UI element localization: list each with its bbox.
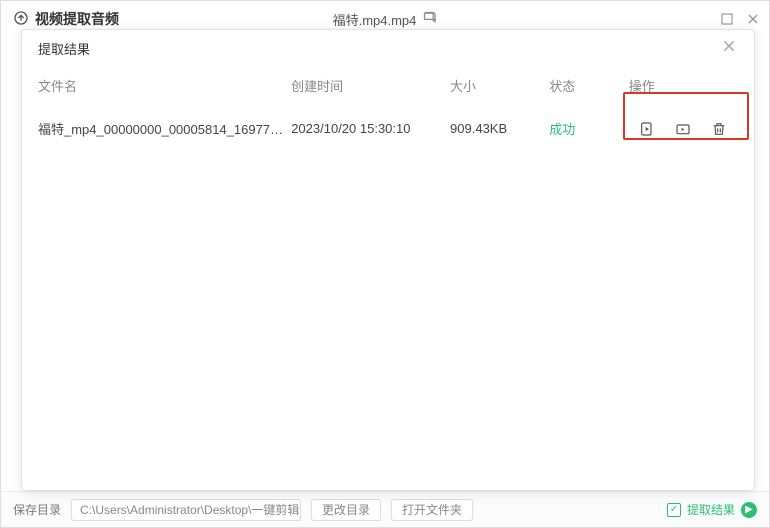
modal-title: 提取结果 xyxy=(38,39,90,58)
cell-time: 2023/10/20 15:30:10 xyxy=(291,121,450,136)
cell-filename: 福特_mp4_00000000_00005814_1697787... xyxy=(38,119,291,138)
extraction-result-modal: 提取结果 文件名 创建时间 大小 状态 操作 福特_mp4_00000000_0… xyxy=(21,29,755,491)
open-location-icon[interactable] xyxy=(674,120,692,138)
modal-header: 提取结果 xyxy=(22,30,754,66)
col-header-name: 文件名 xyxy=(38,76,291,95)
play-file-icon[interactable] xyxy=(638,120,656,138)
table-row: 福特_mp4_00000000_00005814_1697787... 2023… xyxy=(32,107,744,150)
close-icon[interactable] xyxy=(722,39,736,58)
col-header-size: 大小 xyxy=(450,76,549,95)
col-header-status: 状态 xyxy=(549,76,628,95)
main-window: 视频提取音频 福特.mp4.mp4 保存目录 C:\Users\Administ… xyxy=(0,0,770,528)
cell-actions xyxy=(629,120,738,138)
cell-size: 909.43KB xyxy=(450,121,549,136)
col-header-actions: 操作 xyxy=(629,76,738,95)
cell-status: 成功 xyxy=(549,119,628,138)
col-header-time: 创建时间 xyxy=(291,76,450,95)
delete-icon[interactable] xyxy=(710,120,728,138)
table-header-row: 文件名 创建时间 大小 状态 操作 xyxy=(32,66,744,107)
result-table: 文件名 创建时间 大小 状态 操作 福特_mp4_00000000_000058… xyxy=(22,66,754,490)
